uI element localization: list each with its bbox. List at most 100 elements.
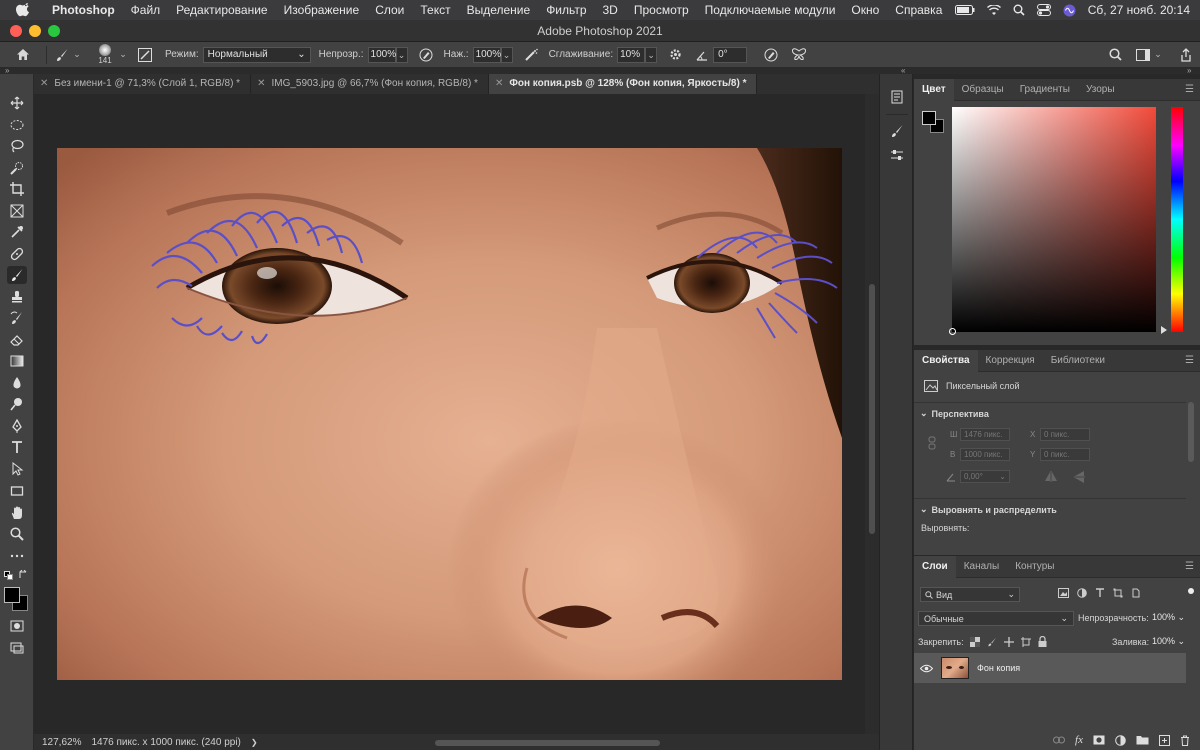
lock-position-icon[interactable] bbox=[1004, 636, 1014, 647]
angle-field[interactable]: 0,00° ⌄ bbox=[960, 470, 1010, 483]
fg-color-chip[interactable] bbox=[922, 111, 936, 125]
tab-adjustments[interactable]: Коррекция bbox=[978, 350, 1043, 372]
flip-horizontal-icon[interactable] bbox=[1044, 471, 1058, 482]
zoom-level[interactable]: 127,62% bbox=[42, 737, 81, 748]
smoothing-options-button[interactable] bbox=[667, 48, 683, 61]
tab-libraries[interactable]: Библиотеки bbox=[1043, 350, 1113, 372]
brush-settings-panel-button[interactable] bbox=[888, 122, 906, 140]
close-tab-icon[interactable]: ✕ bbox=[257, 74, 265, 94]
menu-select[interactable]: Выделение bbox=[459, 3, 539, 17]
filter-smart-object-icon[interactable] bbox=[1131, 588, 1141, 598]
path-selection-tool[interactable] bbox=[7, 460, 27, 478]
crop-tool[interactable] bbox=[7, 180, 27, 198]
frame-tool[interactable] bbox=[7, 202, 27, 220]
height-field[interactable]: 1000 пикс. bbox=[960, 448, 1010, 461]
menu-file[interactable]: Файл bbox=[123, 3, 169, 17]
symmetry-button[interactable] bbox=[791, 48, 807, 61]
tab-properties[interactable]: Свойства bbox=[914, 349, 978, 372]
tab-paths[interactable]: Контуры bbox=[1007, 556, 1062, 578]
properties-scrollbar[interactable] bbox=[1188, 402, 1194, 462]
type-tool[interactable] bbox=[7, 438, 27, 456]
lock-transparent-icon[interactable] bbox=[970, 636, 980, 647]
tab-layers[interactable]: Слои bbox=[914, 555, 956, 578]
width-field[interactable]: 1476 пикс. bbox=[960, 428, 1010, 441]
spotlight-search-icon[interactable] bbox=[1013, 4, 1025, 16]
hand-tool[interactable] bbox=[7, 504, 27, 522]
folder-icon[interactable] bbox=[1136, 735, 1149, 745]
tab-untitled-1[interactable]: ✕ Без имени-1 @ 71,3% (Слой 1, RGB/8) * bbox=[34, 74, 252, 94]
filter-adjustment-icon[interactable] bbox=[1077, 588, 1087, 598]
lock-pixels-brush-icon[interactable] bbox=[987, 637, 997, 647]
share-icon[interactable] bbox=[1180, 47, 1192, 62]
blend-mode-dropdown[interactable]: Обычные ⌄ bbox=[918, 611, 1074, 626]
filter-type-icon[interactable] bbox=[1095, 588, 1105, 598]
close-tab-icon[interactable]: ✕ bbox=[495, 74, 503, 94]
smoothing-input[interactable]: 10% bbox=[617, 46, 646, 63]
menu-window[interactable]: Окно bbox=[843, 3, 887, 17]
panel-menu-icon[interactable]: ☰ bbox=[1185, 561, 1194, 572]
trash-icon[interactable] bbox=[1180, 735, 1190, 746]
edit-toolbar-button[interactable] bbox=[7, 547, 27, 565]
move-tool[interactable] bbox=[7, 94, 27, 112]
history-brush-tool[interactable] bbox=[7, 309, 27, 327]
x-field[interactable]: 0 пикс. bbox=[1040, 428, 1090, 441]
clone-stamp-tool[interactable] bbox=[7, 288, 27, 306]
search-icon[interactable] bbox=[1109, 48, 1122, 61]
close-window-button[interactable] bbox=[10, 25, 22, 37]
rectangle-tool[interactable] bbox=[7, 482, 27, 500]
menu-view[interactable]: Просмотр bbox=[626, 3, 697, 17]
flow-input[interactable]: 100% bbox=[472, 46, 501, 63]
opacity-dropdown-chevron[interactable]: ⌄ bbox=[395, 46, 408, 63]
angle-input[interactable]: 0° bbox=[713, 46, 748, 63]
add-mask-icon[interactable] bbox=[1093, 735, 1105, 745]
apple-icon[interactable] bbox=[16, 3, 30, 17]
minimize-window-button[interactable] bbox=[29, 25, 41, 37]
quick-mask-button[interactable] bbox=[7, 617, 27, 635]
layer-opacity-input[interactable]: 100% ⌄ bbox=[1152, 612, 1185, 623]
section-perspective-header[interactable]: ⌄ Перспектива bbox=[920, 408, 989, 419]
canvas-horizontal-scrollbar[interactable] bbox=[435, 740, 660, 746]
control-center-icon[interactable] bbox=[1036, 4, 1051, 16]
panel-menu-icon[interactable]: ☰ bbox=[1185, 355, 1194, 366]
eyedropper-tool[interactable] bbox=[7, 223, 27, 241]
dodge-tool[interactable] bbox=[7, 395, 27, 413]
link-icon[interactable] bbox=[1053, 736, 1066, 744]
color-field[interactable] bbox=[952, 107, 1156, 332]
pressure-opacity-button[interactable] bbox=[418, 48, 434, 62]
default-colors-icon[interactable] bbox=[4, 571, 14, 581]
zoom-tool[interactable] bbox=[7, 525, 27, 543]
fx-button[interactable]: fx bbox=[1075, 734, 1083, 746]
zoom-window-button[interactable] bbox=[48, 25, 60, 37]
canvas-area[interactable] bbox=[34, 94, 865, 734]
eraser-tool[interactable] bbox=[7, 331, 27, 349]
layer-row[interactable]: Фон копия bbox=[914, 653, 1186, 683]
chevron-down-icon[interactable]: ⌄ bbox=[115, 49, 131, 60]
chevron-down-icon[interactable]: ⌄ bbox=[1178, 636, 1186, 646]
tab-fon-kopiya[interactable]: ✕ Фон копия.psb @ 128% (Фон копия, Яркост… bbox=[488, 74, 758, 94]
status-menu-arrow[interactable]: ❯ bbox=[251, 738, 258, 747]
pressure-size-button[interactable] bbox=[763, 48, 779, 62]
flip-vertical-icon[interactable] bbox=[1074, 470, 1085, 484]
menu-plugins[interactable]: Подключаемые модули bbox=[697, 3, 844, 17]
healing-brush-tool[interactable] bbox=[7, 245, 27, 263]
new-layer-icon[interactable] bbox=[1159, 734, 1170, 746]
screen-mode-button[interactable] bbox=[7, 639, 27, 657]
y-field[interactable]: 0 пикс. bbox=[1040, 448, 1090, 461]
adjustments-panel-button[interactable] bbox=[888, 146, 906, 164]
opacity-input[interactable]: 100% bbox=[367, 46, 396, 63]
airbrush-button[interactable] bbox=[523, 48, 539, 62]
layer-filter-dropdown[interactable]: Вид ⌄ bbox=[920, 587, 1020, 602]
brush-settings-toggle[interactable] bbox=[137, 47, 153, 63]
tab-color[interactable]: Цвет bbox=[914, 78, 954, 101]
document-image[interactable] bbox=[57, 148, 842, 680]
layer-name[interactable]: Фон копия bbox=[977, 663, 1020, 673]
siri-icon[interactable] bbox=[1063, 4, 1076, 17]
menu-image[interactable]: Изображение bbox=[276, 3, 368, 17]
tab-swatches[interactable]: Образцы bbox=[954, 79, 1012, 101]
menu-3d[interactable]: 3D bbox=[595, 3, 626, 17]
wifi-icon[interactable] bbox=[986, 4, 1001, 16]
fill-input[interactable]: 100% ⌄ bbox=[1152, 636, 1185, 647]
lock-all-icon[interactable] bbox=[1038, 636, 1047, 647]
blur-tool[interactable] bbox=[7, 374, 27, 392]
menu-layers[interactable]: Слои bbox=[367, 3, 412, 17]
